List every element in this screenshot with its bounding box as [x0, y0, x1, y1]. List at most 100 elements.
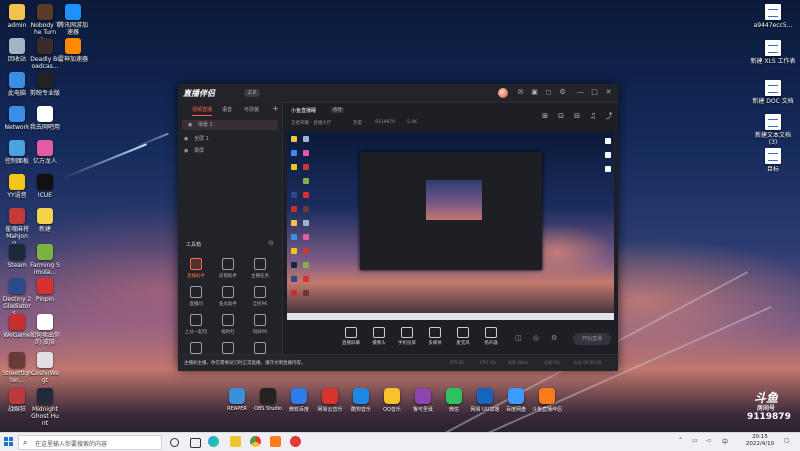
source-tool-button[interactable]: 多媒体 — [425, 327, 445, 346]
desktop-icon[interactable]: Streetfighter... — [2, 352, 32, 384]
mic-level-icon[interactable]: ◎ — [533, 334, 539, 342]
file-explorer-icon[interactable] — [230, 436, 241, 447]
desktop-icon[interactable]: 雷神加速器 — [58, 38, 88, 63]
desktop-icon[interactable]: 战娱狂 — [2, 388, 32, 413]
toolbox-item[interactable]: 全民PK — [248, 286, 272, 307]
desktop-icon[interactable]: 亿万龙人 — [30, 140, 60, 165]
desktop-icon[interactable]: a9447ecc5... — [750, 4, 796, 29]
scene-item[interactable]: ◉ 录屏 — [182, 146, 204, 156]
windows-start-icon[interactable] — [4, 437, 14, 447]
source-tool-button[interactable]: 直播屏幕 — [341, 327, 361, 346]
toolbox-item[interactable]: 房管助手 — [216, 258, 240, 279]
dock-app[interactable]: 鲁可圣诞 — [408, 388, 438, 413]
scene-item[interactable]: ◉ 全屏 1 — [182, 134, 209, 144]
desktop-icon[interactable]: 腾讯网游加速器 — [58, 4, 88, 36]
dock-app[interactable]: OBS Studio — [253, 388, 283, 412]
tab-modify[interactable]: 可改装 — [244, 106, 259, 113]
task-view-icon[interactable] — [190, 438, 201, 448]
toolbox-item[interactable]: 同屏PK — [248, 314, 272, 335]
tray-up-arrow-icon[interactable]: ⌃ — [678, 437, 683, 444]
dock-app[interactable]: 酷狗音乐 — [346, 388, 376, 413]
desktop-icon[interactable]: 雀魂麻将 Mahjong... — [2, 208, 32, 247]
desktop-icon[interactable]: admin — [2, 4, 32, 29]
taskbar-clock[interactable]: 20:15 2022/4/10 — [742, 434, 778, 448]
desktop-icon[interactable]: 此电脑 — [2, 72, 32, 97]
toolbox-item[interactable]: 主播任务 — [248, 258, 272, 279]
desktop-icon[interactable]: Pinpin — [30, 278, 60, 303]
toolbox-item[interactable]: 上分一起玩 — [184, 314, 208, 335]
source-tool-button[interactable]: 手机投屏 — [397, 327, 417, 346]
desktop-icon[interactable]: Farming Simula... — [30, 244, 60, 276]
desktop-icon[interactable]: Midnight Ghost Hunt — [30, 388, 60, 427]
scene-item[interactable]: ◉ 场景 1 — [182, 120, 278, 130]
source-tool-button[interactable]: 麦克风 — [453, 327, 473, 346]
close-button[interactable]: ✕ — [604, 88, 613, 97]
desktop-icon[interactable]: Network — [2, 106, 32, 131]
desktop-icon[interactable]: 新建 — [30, 208, 60, 233]
tab-voice[interactable]: 语音 — [222, 106, 232, 113]
stream-preview[interactable] — [287, 132, 614, 320]
eye-icon[interactable]: ◉ — [184, 136, 188, 142]
tab-video-live[interactable]: 视频直播 — [192, 106, 213, 116]
douyu-app-icon[interactable] — [270, 436, 281, 447]
chrome-icon[interactable] — [250, 436, 261, 447]
maximize-button[interactable]: □ — [590, 88, 599, 97]
minimize-button[interactable]: — — [576, 88, 585, 97]
gift-icon[interactable]: ▣ — [530, 88, 539, 97]
toolbox-item[interactable]: 鱼丸助手 — [216, 286, 240, 307]
user-avatar[interactable] — [498, 88, 508, 98]
start-live-button[interactable]: 开始直播 — [573, 333, 611, 345]
desktop-icon[interactable]: ICUE — [30, 174, 60, 199]
desktop-icon[interactable]: 新建 XLS 工作表 — [750, 40, 796, 65]
source-tool-button[interactable]: 扬声器 — [481, 327, 501, 346]
camera-settings-icon[interactable]: ◫ — [515, 334, 522, 342]
tray-volume-icon[interactable]: ◅ — [706, 437, 711, 444]
dock-app[interactable]: 微软百度 — [284, 388, 314, 413]
desktop-icon[interactable]: 如何卖出你的 皮肤 — [30, 314, 60, 346]
eye-icon[interactable]: ◉ — [184, 148, 188, 154]
add-scene-icon[interactable]: + — [272, 104, 279, 113]
netease-music-icon[interactable] — [290, 436, 301, 447]
tray-ime-label[interactable]: 中 — [722, 437, 728, 446]
desktop-icon[interactable]: 我去网吧用 — [30, 106, 60, 131]
desktop-icon[interactable]: 新建 DOC 文档 — [750, 80, 796, 105]
desktop-icon[interactable]: Ceshi/Wegt — [30, 352, 60, 384]
desktop-icon[interactable]: 新建文本文档 (3) — [750, 114, 796, 146]
dock-app[interactable]: 网易 UU加速 — [470, 388, 500, 413]
tray-network-icon[interactable]: ▭ — [692, 437, 698, 444]
toolbox-item[interactable]: 福利社 — [216, 314, 240, 335]
edge-icon[interactable] — [208, 436, 219, 447]
source-tool-button[interactable]: 摄像头 — [369, 327, 389, 346]
streaming-app-window[interactable]: 直播伴侣 2.0 ✉ ▣ ◻ ⚙ — □ ✕ 视频直播 语音 可改装 + ◉ 场… — [178, 84, 618, 371]
desktop-icon[interactable]: 目标 — [750, 148, 796, 173]
taskbar-search-box[interactable]: ⌕ 在这里输入你要搜索的内容 — [18, 435, 162, 450]
desktop-icon[interactable]: YY语音 — [2, 174, 32, 199]
screenshot-icon[interactable]: ⊟ — [573, 112, 581, 120]
room-edit-badge[interactable]: 修改 — [331, 107, 344, 113]
record-icon[interactable]: ⊞ — [541, 112, 549, 120]
dock-app[interactable]: 网易云音乐 — [315, 388, 345, 413]
toolbox-item[interactable]: 直播间 — [184, 286, 208, 307]
cortana-icon[interactable] — [170, 438, 179, 447]
dock-app[interactable]: QQ音乐 — [377, 388, 407, 413]
dock-app[interactable]: REAPER — [222, 388, 252, 412]
toolbox-item[interactable]: 直播助手 — [184, 258, 208, 279]
desktop-icon[interactable]: 控制面板 — [2, 140, 32, 165]
notification-icon[interactable]: ♫ — [589, 112, 597, 120]
notification-center-icon[interactable]: ▢ — [784, 437, 790, 444]
lock-icon[interactable]: ⊡ — [557, 112, 565, 120]
dock-app[interactable]: 斗鱼直播伴侣 — [532, 388, 562, 413]
desktop-icon[interactable]: 剪映专业版 — [30, 72, 60, 97]
message-icon[interactable]: ◻ — [544, 88, 553, 97]
desktop-icon[interactable]: 回收站 — [2, 38, 32, 63]
desktop-icon[interactable]: Deadly Broadcas... — [30, 38, 60, 70]
share-icon[interactable]: ⤴ — [605, 112, 613, 120]
desktop-icon[interactable]: Destiny 2 Gladiators... — [2, 278, 32, 317]
toolbox-settings-icon[interactable]: ⊖ — [268, 239, 274, 247]
desktop-icon[interactable]: Steam — [2, 244, 32, 269]
dock-app[interactable]: 微信 — [439, 388, 469, 413]
desktop-icon[interactable]: WeGame — [2, 314, 32, 339]
window-titlebar[interactable]: 直播伴侣 2.0 ✉ ▣ ◻ ⚙ — □ ✕ — [178, 84, 618, 103]
room-category[interactable]: 王者荣耀 · 直播大厅 — [291, 120, 331, 126]
dock-app[interactable]: 百度网盘 — [501, 388, 531, 413]
